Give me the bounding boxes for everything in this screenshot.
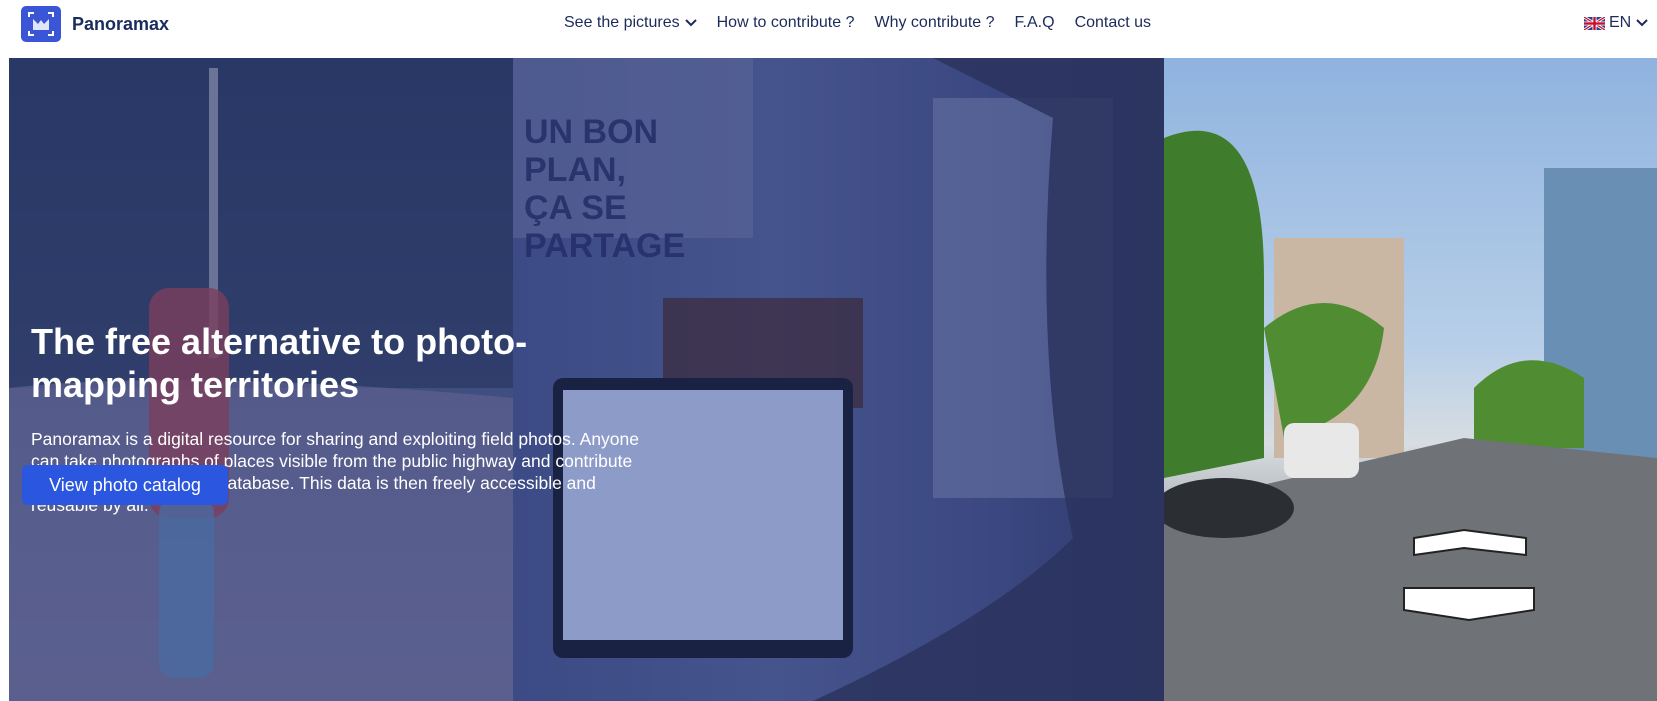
hero-title: The free alternative to photo-mapping te…	[31, 321, 528, 405]
chevron-down-icon	[684, 19, 697, 27]
nav-contact-label: Contact us	[1074, 14, 1152, 31]
view-photo-catalog-button[interactable]: View photo catalog	[22, 465, 228, 505]
nav-how-to-contribute-label: How to contribute ?	[716, 14, 855, 31]
nav-contact[interactable]: Contact us	[1075, 14, 1151, 32]
uk-flag-icon	[1584, 16, 1605, 30]
brand-name: Panoramax	[72, 13, 170, 34]
nav-faq[interactable]: F.A.Q	[1015, 14, 1055, 32]
street-illustration	[1164, 130, 1657, 701]
language-label: EN	[1609, 14, 1632, 31]
nav-see-pictures-label: See the pictures	[564, 14, 680, 31]
nav-why-contribute-label: Why contribute ?	[874, 14, 995, 31]
nav-how-to-contribute[interactable]: How to contribute ?	[717, 14, 855, 32]
language-selector[interactable]: EN	[1584, 14, 1648, 32]
panoramax-logo-icon	[21, 6, 61, 42]
nav-why-contribute[interactable]: Why contribute ?	[874, 14, 994, 32]
main-nav: See the pictures How to contribute ? Why…	[564, 14, 1171, 32]
poster-text: UN BON PLAN, ÇA SE PARTAGE	[524, 113, 686, 265]
brand-link[interactable]: Panoramax	[21, 6, 169, 42]
navbar: Panoramax See the pictures How to contri…	[0, 0, 1657, 58]
nav-faq-label: F.A.Q	[1014, 14, 1055, 31]
nav-see-pictures[interactable]: See the pictures	[564, 14, 697, 32]
hero-photo-street	[1164, 58, 1657, 701]
hero-section: UN BON PLAN, ÇA SE PARTAGE The free alte…	[9, 58, 1657, 701]
chevron-down-icon	[1636, 19, 1648, 27]
